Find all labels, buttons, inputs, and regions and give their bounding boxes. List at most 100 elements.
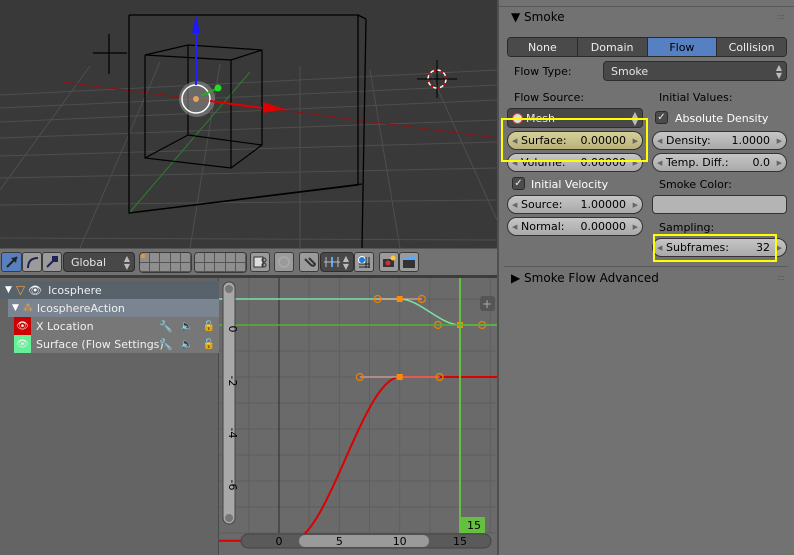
y-tick-label: -4 [226,428,239,439]
smoke-flow-advanced-header[interactable]: ▶ Smoke Flow Advanced [511,271,659,285]
tab-none[interactable]: None [508,38,578,56]
channel-fcurve-x-location[interactable]: 👁 X Location 🔧 🔈 🔓 [14,317,219,335]
scale-manipulator-button[interactable] [42,252,62,272]
tab-domain[interactable]: Domain [577,38,648,56]
eye-icon[interactable]: 👁 [14,317,31,335]
fcurve-x-location[interactable] [219,376,497,542]
speaker-icon[interactable]: 🔈 [181,321,193,332]
camera-lock-icon [253,256,267,268]
x-tick-label: 0 [276,535,283,548]
lock-open-icon[interactable]: 🔓 [203,339,215,350]
tab-collision[interactable]: Collision [717,38,786,56]
action-icon: ⁂ [22,302,33,314]
initial-values-label: Initial Values: [659,91,733,104]
channel-fcurve-surface[interactable]: 👁 Surface (Flow Settings) 🔧 🔈 🔓 [14,335,219,353]
density-field[interactable]: ◀ Density: 1.0000 ▶ [652,131,787,150]
current-frame-label: 15 [467,519,481,532]
lock-open-icon[interactable]: 🔓 [203,321,215,332]
wrench-icon[interactable]: 🔧 [159,320,173,333]
wrench-icon[interactable]: 🔧 [159,338,173,351]
graph-channel-list: ▼ ▽ 👁 Icosphere ▼ ⁂ IcosphereAction 👁 X … [0,278,219,555]
opengl-animation-button[interactable] [399,252,419,272]
3d-viewport[interactable] [0,0,497,248]
x-gizmo-arrow[interactable] [209,100,263,109]
arrow-icon [5,256,18,268]
translate-manipulator-button[interactable] [1,252,22,272]
y-tick-label: 0 [226,326,239,333]
keyframe-point[interactable] [396,374,403,380]
highlight-box-surface [501,118,648,162]
decrement-arrow-icon[interactable]: ◀ [512,223,517,231]
snap-grid-icon [358,256,370,268]
rotate-manipulator-button[interactable] [22,252,42,272]
normal-value: 0.00000 [580,220,627,233]
opengl-render-button[interactable] [379,252,399,272]
y-scroll-handle-bottom[interactable] [225,514,233,522]
smoke-color-swatch[interactable] [652,195,787,214]
object-origin [193,96,199,102]
transform-orientation-select[interactable]: Global ▲ ▼ [63,252,135,272]
x-axis-line [62,81,497,139]
snap-element-select[interactable]: ▲ ▼ [320,252,354,272]
expand-triangle-icon[interactable]: ▼ [5,285,12,295]
scene-layers-group-2[interactable] [194,252,247,273]
y-scroll-handle-top[interactable] [225,285,233,293]
camera-icon [383,255,396,267]
flow-type-select[interactable]: Smoke ▲ ▼ [603,61,787,81]
snap-target-button[interactable] [354,252,374,272]
increment-arrow-icon[interactable]: ▶ [633,201,638,209]
pivot-button[interactable] [274,252,294,272]
initial-velocity-label[interactable]: Initial Velocity [531,178,608,191]
tab-flow[interactable]: Flow [647,38,718,56]
scale-handle-icon [46,256,58,268]
3d-cursor-icon[interactable] [417,60,457,98]
eye-icon[interactable]: 👁 [14,335,31,353]
z-gizmo-head[interactable] [192,15,200,33]
channel-label: X Location [36,319,94,333]
smoke-panel-header[interactable]: ▼ Smoke [511,10,565,24]
temp-diff-value: 0.0 [752,156,771,169]
increment-arrow-icon[interactable]: ▶ [633,223,638,231]
keyframe-point[interactable] [396,296,403,302]
velocity-source-field[interactable]: ◀ Source: 1.00000 ▶ [507,195,643,214]
increment-arrow-icon[interactable]: ▶ [777,159,782,167]
x-scroll-thumb[interactable] [299,535,429,547]
drag-grip-icon[interactable]: :::: [777,12,785,21]
increment-arrow-icon[interactable]: ▶ [777,137,782,145]
magnet-icon [304,257,316,267]
drag-grip-icon[interactable]: :::: [777,273,785,282]
plus-icon[interactable]: + [482,297,492,311]
absolute-density-checkbox[interactable]: ✓ [655,111,668,124]
scene-layers-group-1[interactable] [139,252,192,273]
graph-canvas[interactable]: 15 0 -2 -4 -6 0 5 10 15 + [219,278,497,555]
lock-layers-button[interactable] [250,252,270,272]
increment-arrow-icon[interactable]: ▶ [777,244,782,252]
snap-toggle-button[interactable] [299,252,319,272]
collapse-triangle-icon: ▼ [511,10,525,24]
eye-icon[interactable]: 👁 [28,284,42,297]
absolute-density-label[interactable]: Absolute Density [675,112,768,125]
expand-triangle-icon[interactable]: ▼ [12,303,19,313]
panel-title: Smoke [524,10,565,24]
temp-diff-field[interactable]: ◀ Temp. Diff.: 0.0 ▶ [652,153,787,172]
decrement-arrow-icon[interactable]: ◀ [512,201,517,209]
fcurve-surface[interactable] [219,298,497,326]
source-value: 1.00000 [580,198,627,211]
y-gizmo-head[interactable] [214,84,222,92]
pivot-circle-icon [278,256,290,268]
channel-action[interactable]: ▼ ⁂ IcosphereAction [8,299,219,317]
decrement-arrow-icon[interactable]: ◀ [657,159,662,167]
channel-object-icosphere[interactable]: ▼ ▽ 👁 Icosphere [0,281,219,299]
lamp-icon[interactable] [93,34,127,74]
initial-velocity-checkbox[interactable]: ✓ [512,177,525,190]
viewport-scene [0,14,497,248]
graph-editor[interactable]: 15 0 -2 -4 -6 0 5 10 15 + [219,278,497,555]
velocity-normal-field[interactable]: ◀ Normal: 0.00000 ▶ [507,217,643,236]
active-layer-dot [141,254,145,258]
channel-label: Surface (Flow Settings) [36,337,164,351]
y-tick-label: -2 [226,376,239,387]
x-gizmo-head[interactable] [263,102,285,113]
speaker-icon[interactable]: 🔈 [181,339,193,350]
decrement-arrow-icon[interactable]: ◀ [657,137,662,145]
updown-arrows-icon: ▲ ▼ [342,254,349,271]
